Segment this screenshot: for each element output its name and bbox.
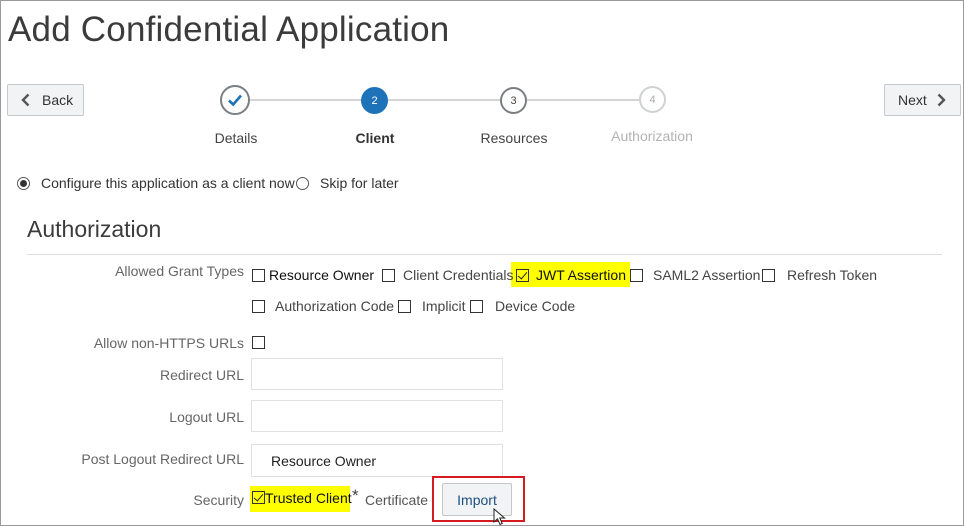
train-label-details[interactable]: Details [176,130,296,146]
refresh-token-checkbox[interactable] [762,269,775,282]
mouse-pointer-icon [493,508,506,526]
train-stop-client[interactable]: 2 [361,87,388,114]
page-title: Add Confidential Application [8,10,450,49]
resource-owner-label[interactable]: Resource Owner [269,267,374,283]
certificate-label: Certificate [365,492,429,508]
train-label-authorization: Authorization [611,128,693,144]
train-connector [527,99,639,101]
allow-non-https-label: Allow non-HTTPS URLs [93,335,244,351]
security-label: Security [193,492,244,508]
configure-now-radio[interactable] [17,177,30,190]
back-button-label: Back [42,92,74,108]
train-stop-authorization: 4 [639,86,666,113]
next-button-label: Next [898,92,927,108]
authorization-code-checkbox[interactable] [252,300,265,313]
logout-url-label: Logout URL [169,409,244,425]
saml2-assertion-checkbox[interactable] [630,269,643,282]
required-marker: * [352,486,359,505]
configure-now-label[interactable]: Configure this application as a client n… [41,175,295,191]
skip-for-later-label[interactable]: Skip for later [320,175,399,191]
redirect-url-label: Redirect URL [159,367,244,383]
implicit-label[interactable]: Implicit [422,298,466,314]
train-label-resources[interactable]: Resources [454,130,574,146]
train-stop-details[interactable] [220,85,250,115]
allowed-grant-types-label: Allowed Grant Types [115,263,244,279]
jwt-assertion-checkbox[interactable] [516,269,529,282]
allow-non-https-checkbox[interactable] [252,336,265,349]
resource-owner-checkbox[interactable] [252,269,265,282]
skip-for-later-radio[interactable] [296,177,309,190]
chevron-right-icon [937,93,946,107]
logout-url-input[interactable] [251,400,503,432]
device-code-checkbox[interactable] [470,300,483,313]
train-stop-resources[interactable]: 3 [500,87,527,114]
saml2-assertion-label[interactable]: SAML2 Assertion [653,267,760,283]
train-connector [250,99,361,101]
authorization-code-label[interactable]: Authorization Code [275,298,394,314]
checkmark-icon [228,94,242,107]
redirect-url-input[interactable] [251,358,503,390]
train-label-client[interactable]: Client [315,130,435,146]
refresh-token-label[interactable]: Refresh Token [787,267,877,283]
back-button[interactable]: Back [7,84,84,116]
implicit-checkbox[interactable] [398,300,411,313]
section-divider [27,254,942,255]
post-logout-redirect-url-input[interactable] [251,444,503,477]
train-connector [388,99,500,101]
trusted-client-checkbox[interactable] [252,491,265,504]
device-code-label[interactable]: Device Code [495,298,575,314]
post-logout-redirect-url-label: Post Logout Redirect URL [81,451,244,467]
client-credentials-checkbox[interactable] [382,269,395,282]
chevron-left-icon [21,93,30,107]
trusted-client-label[interactable]: Trusted Client [265,490,352,506]
client-credentials-label[interactable]: Client Credentials [403,267,514,283]
section-title: Authorization [27,216,162,242]
next-button[interactable]: Next [884,84,961,116]
jwt-assertion-label[interactable]: JWT Assertion [536,267,626,283]
